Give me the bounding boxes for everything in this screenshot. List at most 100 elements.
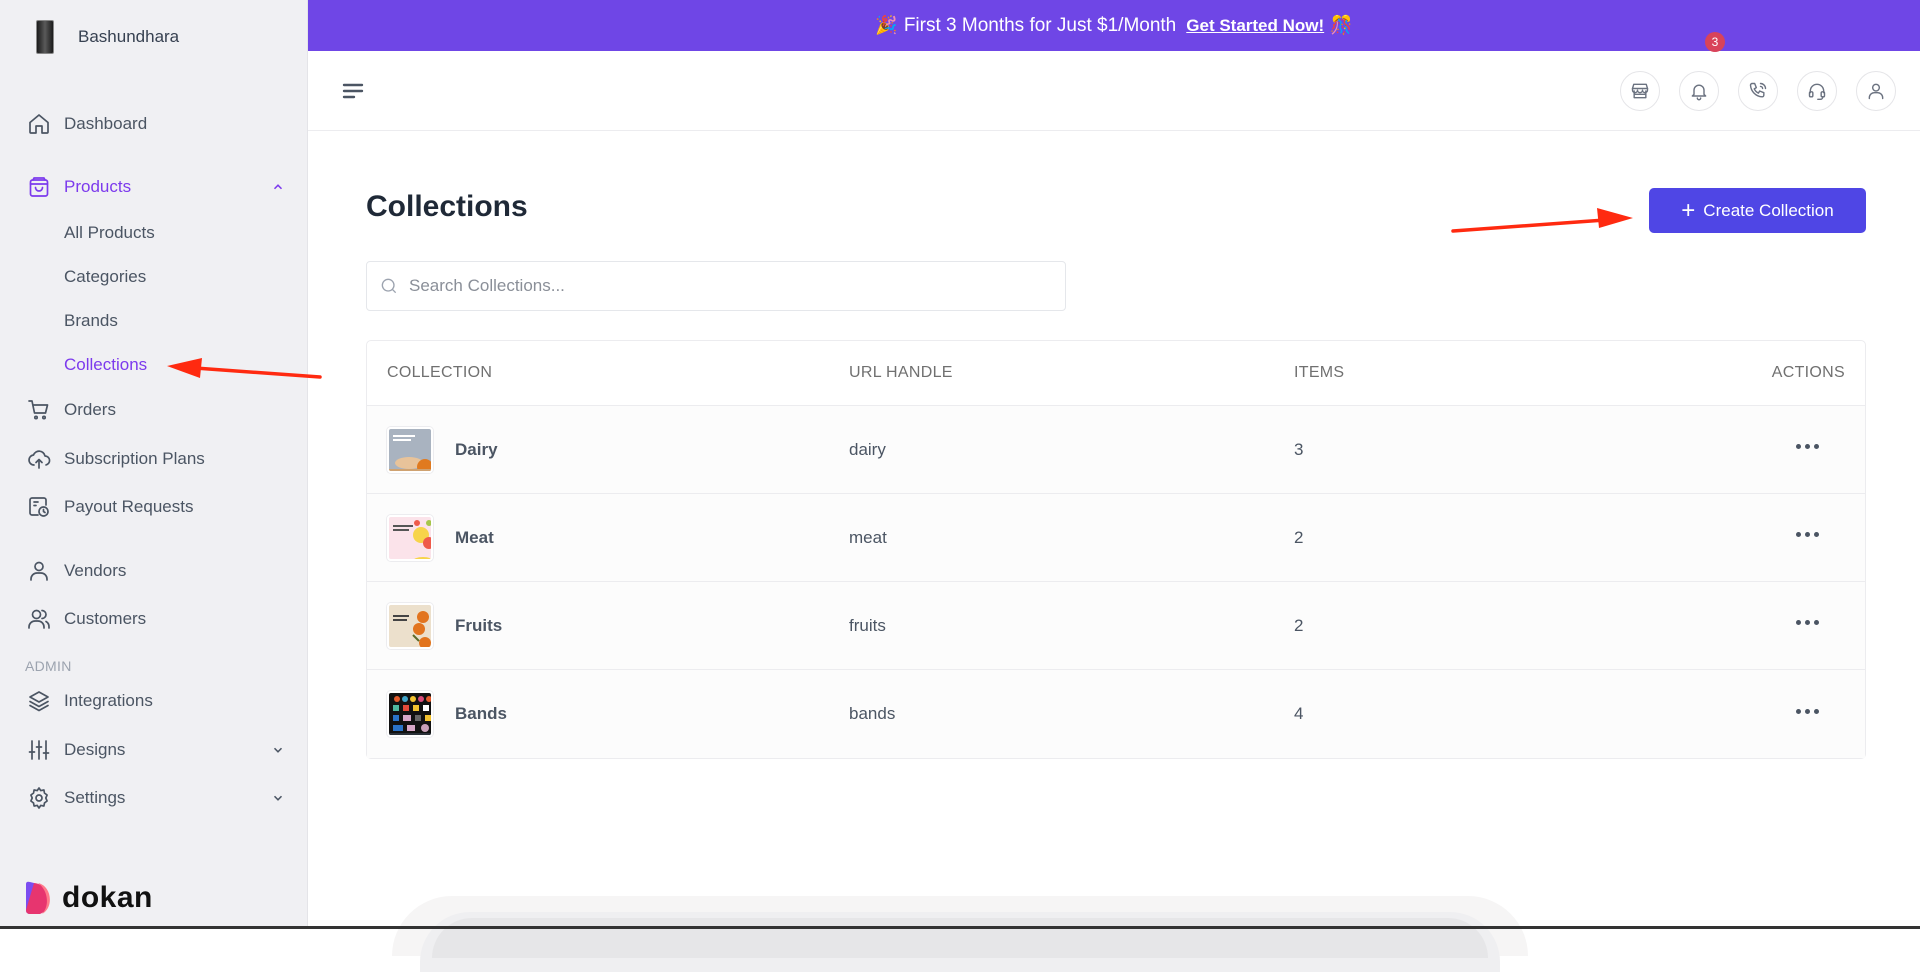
search-box [366,261,1066,311]
user-icon [26,558,52,584]
sidebar-item-label: Integrations [64,691,153,711]
column-header-actions: ACTIONS [1694,364,1865,382]
column-header-url-handle[interactable]: URL HANDLE [849,364,1294,382]
promo-text: First 3 Months for Just $1/Month [904,15,1176,37]
create-collection-button[interactable]: + Create Collection [1649,188,1866,233]
collection-thumbnail [387,691,433,737]
sidebar-item-settings[interactable]: Settings [26,780,287,816]
dokan-wordmark: dokan [62,881,153,915]
url-handle: bands [849,704,1294,724]
menu-icon [340,77,368,105]
table-row[interactable]: Bands bands 4 [367,670,1865,758]
sidebar-subitem-categories[interactable]: Categories [64,262,146,292]
gear-icon [26,785,52,811]
store-logo [36,20,54,54]
collection-thumbnail [387,427,433,473]
sidebar-item-label: Settings [64,788,125,808]
sidebar-item-products[interactable]: Products [26,169,287,205]
party-popper-icon: 🎉 [875,15,897,36]
arrow-to-create-button [1453,208,1633,231]
sidebar-section-admin: ADMIN [25,658,72,674]
table-row[interactable]: Meat meat 2 [367,494,1865,582]
collections-table: COLLECTION URL HANDLE ITEMS ACTIONS Dair… [366,340,1866,759]
profile-button[interactable] [1856,71,1896,111]
more-actions-button[interactable] [1796,526,1845,551]
menu-toggle-button[interactable] [340,77,368,105]
phone-icon [1748,81,1768,101]
url-handle: dairy [849,440,1294,460]
store-button[interactable] [1620,71,1660,111]
items-count: 2 [1294,616,1694,636]
sidebar-item-label: Designs [64,740,125,760]
dokan-logo-mark [24,880,54,916]
headset-icon [1807,81,1827,101]
shopping-bag-icon [26,174,52,200]
get-started-link[interactable]: Get Started Now! [1186,16,1324,36]
search-input[interactable] [409,276,1009,296]
more-actions-button[interactable] [1796,614,1845,639]
promo-banner: 🎉 First 3 Months for Just $1/Month Get S… [308,0,1920,51]
confetti-icon: 🎊 [1330,15,1352,36]
sidebar: Bashundhara Dashboard Products All Produ… [0,0,308,929]
store-name: Bashundhara [78,27,179,47]
collection-thumbnail [387,515,433,561]
dokan-logo: dokan [24,880,153,916]
page-title: Collections [366,190,528,224]
sidebar-item-payout-requests[interactable]: Payout Requests [26,489,287,525]
sidebar-item-label: Subscription Plans [64,449,205,469]
column-header-items[interactable]: ITEMS [1294,364,1694,382]
column-header-collection[interactable]: COLLECTION [367,364,849,382]
items-count: 3 [1294,440,1694,460]
url-handle: meat [849,528,1294,548]
chevron-down-icon[interactable] [271,790,287,806]
search-icon [379,276,399,296]
items-count: 2 [1294,528,1694,548]
table-header: COLLECTION URL HANDLE ITEMS ACTIONS [367,341,1865,406]
header-actions [1620,71,1896,111]
more-actions-button[interactable] [1796,703,1845,728]
table-row[interactable]: Fruits fruits 2 [367,582,1865,670]
layers-icon [26,688,52,714]
call-button[interactable] [1738,71,1778,111]
home-icon [26,111,52,137]
top-header [308,51,1920,131]
sidebar-item-orders[interactable]: Orders [26,392,287,428]
sidebar-item-label: Products [64,177,131,197]
bell-icon [1689,81,1709,101]
cloud-upload-icon [26,446,52,472]
store-brand[interactable]: Bashundhara [36,20,179,54]
chevron-up-icon[interactable] [271,179,287,195]
support-button[interactable] [1797,71,1837,111]
items-count: 4 [1294,704,1694,724]
notification-badge: 3 [1705,32,1725,52]
table-row[interactable]: Dairy dairy 3 [367,406,1865,494]
store-icon [1630,81,1650,101]
sliders-icon [26,737,52,763]
collection-name[interactable]: Bands [455,704,507,724]
sidebar-item-subscription-plans[interactable]: Subscription Plans [26,441,287,477]
sidebar-item-dashboard[interactable]: Dashboard [26,106,287,142]
payout-clock-icon [26,494,52,520]
sidebar-subitem-brands[interactable]: Brands [64,306,118,336]
collection-name[interactable]: Fruits [455,616,502,636]
plus-icon: + [1681,199,1695,223]
sidebar-item-label: Orders [64,400,116,420]
more-actions-button[interactable] [1796,438,1845,463]
users-icon [26,606,52,632]
collection-name[interactable]: Dairy [455,440,498,460]
sidebar-item-customers[interactable]: Customers [26,601,287,637]
collection-name[interactable]: Meat [455,528,494,548]
sidebar-subitem-collections[interactable]: Collections [64,350,147,380]
sidebar-item-label: Dashboard [64,114,147,134]
user-icon [1866,81,1886,101]
sidebar-item-vendors[interactable]: Vendors [26,553,287,589]
sidebar-item-integrations[interactable]: Integrations [26,683,287,719]
url-handle: fruits [849,616,1294,636]
notifications-button[interactable] [1679,71,1719,111]
chevron-down-icon[interactable] [271,742,287,758]
cart-icon [26,397,52,423]
sidebar-item-label: Payout Requests [64,497,193,517]
sidebar-subitem-all-products[interactable]: All Products [64,218,155,248]
sidebar-item-designs[interactable]: Designs [26,732,287,768]
create-collection-label: Create Collection [1703,201,1833,221]
